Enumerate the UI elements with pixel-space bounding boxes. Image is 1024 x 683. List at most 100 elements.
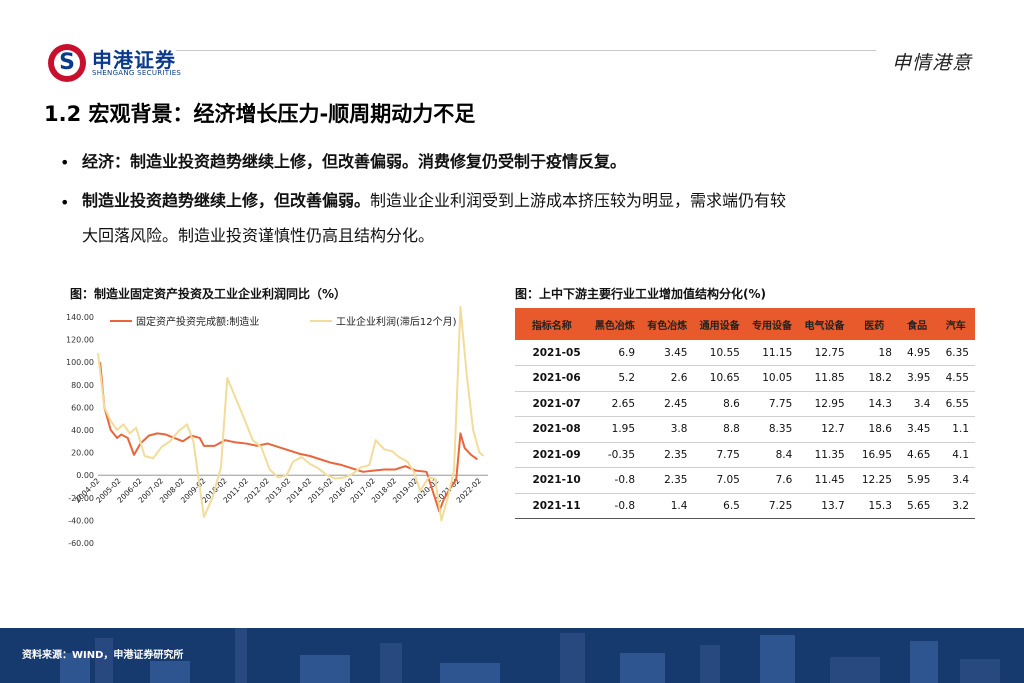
brand-logo — [48, 44, 86, 82]
table-cell: 8.35 — [745, 416, 799, 443]
table-cell: 3.4 — [936, 467, 975, 494]
table-row-label: 2021-08 — [515, 416, 589, 443]
table-cell: 4.55 — [936, 365, 975, 392]
table-cell: 3.95 — [897, 365, 937, 392]
table-cell: 2.35 — [641, 442, 694, 468]
table-column-header: 黑色冶炼 — [588, 308, 642, 340]
table-cell: 12.25 — [850, 467, 898, 494]
line-chart: 140.00120.00100.0080.0060.0040.0020.000.… — [66, 306, 488, 548]
table-cell: 11.85 — [798, 365, 851, 392]
table-row: 2021-10 -0.8 2.35 7.05 7.6 11.45 12.25 5.95 3.4 — [515, 467, 975, 494]
y-tick-label: 20.00 — [71, 449, 94, 458]
table-cell: 3.2 — [936, 493, 975, 519]
table-cell: 7.05 — [693, 467, 746, 494]
table-row: 2021-08 1.95 3.8 8.8 8.35 12.7 18.6 3.45 1.1 — [515, 416, 975, 443]
table-cell: -0.35 — [588, 442, 642, 468]
y-tick-label: -40.00 — [68, 516, 94, 525]
y-tick-label: 80.00 — [71, 381, 94, 390]
industry-table: 指标名称 黑色冶炼 有色冶炼 通用设备 专用设备 电气设备 医药 食品 汽车 2021-05 6.… — [515, 308, 975, 519]
table-row: 2021-06 5.2 2.6 10.65 10.05 11.85 18.2 3.95 4.55 — [515, 365, 975, 392]
table-row-label: 2021-07 — [515, 391, 589, 417]
table-column-header: 医药 — [850, 308, 898, 340]
table-row: 2021-11 -0.8 1.4 6.5 7.25 13.7 15.3 5.65 3.2 — [515, 493, 975, 519]
table-cell: 11.15 — [745, 340, 799, 366]
y-tick-label: 40.00 — [71, 426, 94, 435]
table-cell: 1.4 — [641, 493, 694, 519]
slide-title: 1.2 宏观背景：经济增长压力-顺周期动力不足 — [44, 102, 476, 126]
bullet-1-bold: 经济：制造业投资趋势继续上修，但改善偏弱。消费修复仍受制于疫情反复。 — [82, 152, 627, 171]
y-tick-label: 60.00 — [71, 403, 94, 412]
table-cell: 4.95 — [897, 340, 937, 366]
table-cell: 4.65 — [897, 442, 937, 468]
legend-label-1: 固定资产投资完成额:制造业 — [136, 315, 259, 328]
table-cell: -0.8 — [588, 493, 642, 519]
table-row-label: 2021-06 — [515, 365, 589, 392]
table-cell: 12.95 — [798, 391, 851, 417]
table-cell: 1.1 — [936, 416, 975, 443]
table-cell: 11.35 — [798, 442, 851, 468]
table-cell: 3.45 — [641, 340, 694, 366]
bullet-2: 制造业投资趋势继续上修，但改善偏弱。制造业企业利润受到上游成本挤压较为明显，需求… — [82, 186, 786, 216]
table-cell: 3.8 — [641, 416, 694, 443]
table-cell: 1.95 — [588, 416, 642, 443]
slogan: 申情港意 — [892, 52, 973, 74]
data-source: 资料来源：WIND，申港证券研究所 — [22, 650, 184, 661]
table-cell: 7.6 — [745, 467, 799, 494]
y-tick-label: 120.00 — [66, 336, 94, 345]
table-cell: 16.95 — [850, 442, 898, 468]
legend-label-2: 工业企业利润(滞后12个月) — [336, 315, 457, 328]
table-column-header: 汽车 — [936, 308, 975, 340]
bullet-dot: • — [60, 153, 70, 172]
table-row: 2021-09 -0.35 2.35 7.75 8.4 11.35 16.95 4.65 4.1 — [515, 442, 975, 468]
table-cell: 18.6 — [850, 416, 898, 443]
table-column-header: 食品 — [897, 308, 937, 340]
table-cell: 13.7 — [798, 493, 851, 519]
table-cell: 6.35 — [936, 340, 975, 366]
table-cell: 18.2 — [850, 365, 898, 392]
table-row: 2021-05 6.9 3.45 10.55 11.15 12.75 18 4.95 6.35 — [515, 340, 975, 366]
table-cell: 7.75 — [745, 391, 799, 417]
y-tick-label: 140.00 — [66, 313, 94, 322]
y-tick-label: 100.00 — [66, 358, 94, 367]
table-row-label: 2021-11 — [515, 493, 589, 519]
bullet-2-text: 制造业企业利润受到上游成本挤压较为明显，需求端仍有较 — [370, 191, 787, 210]
brand-name-en: SHENGANG SECURITIES — [92, 69, 182, 77]
table-row-label: 2021-09 — [515, 442, 589, 468]
header-divider — [176, 50, 876, 51]
table-cell: 4.1 — [936, 442, 975, 468]
left-figure-title: 图：制造业固定资产投资及工业企业利润同比（%） — [70, 287, 347, 301]
table-cell: -0.8 — [588, 467, 642, 494]
table-cell: 3.4 — [897, 391, 937, 417]
table-cell: 3.45 — [897, 416, 937, 443]
y-tick-label: -60.00 — [68, 539, 94, 548]
table-cell: 18 — [850, 340, 898, 366]
table-cell: 2.65 — [588, 391, 642, 417]
table-cell: 8.8 — [693, 416, 746, 443]
table-cell: 6.9 — [588, 340, 642, 366]
table-column-header: 有色冶炼 — [641, 308, 694, 340]
table-cell: 12.75 — [798, 340, 851, 366]
table-cell: 7.25 — [745, 493, 799, 519]
table-cell: 6.5 — [693, 493, 746, 519]
table-column-header: 专用设备 — [745, 308, 799, 340]
table-cell: 12.7 — [798, 416, 851, 443]
table-column-header: 电气设备 — [798, 308, 851, 340]
table-cell: 10.55 — [693, 340, 746, 366]
table-header-row: 指标名称 黑色冶炼 有色冶炼 通用设备 专用设备 电气设备 医药 食品 汽车 — [515, 308, 975, 340]
right-figure-title: 图：上中下游主要行业工业增加值结构分化(%) — [515, 287, 766, 301]
table-cell: 11.45 — [798, 467, 851, 494]
bullet-dot: • — [60, 193, 70, 212]
table-row-label: 2021-05 — [515, 340, 589, 366]
table-cell: 2.6 — [641, 365, 694, 392]
table-column-header: 指标名称 — [515, 308, 589, 340]
table-column-header: 通用设备 — [693, 308, 746, 340]
table-cell: 5.95 — [897, 467, 937, 494]
table-cell: 5.2 — [588, 365, 642, 392]
table-cell: 6.55 — [936, 391, 975, 417]
bullet-1: 经济：制造业投资趋势继续上修，但改善偏弱。消费修复仍受制于疫情反复。 — [82, 147, 626, 177]
table-cell: 15.3 — [850, 493, 898, 519]
table-cell: 5.65 — [897, 493, 937, 519]
table-cell: 8.4 — [745, 442, 799, 468]
table-row-label: 2021-10 — [515, 467, 589, 494]
table-cell: 2.45 — [641, 391, 694, 417]
